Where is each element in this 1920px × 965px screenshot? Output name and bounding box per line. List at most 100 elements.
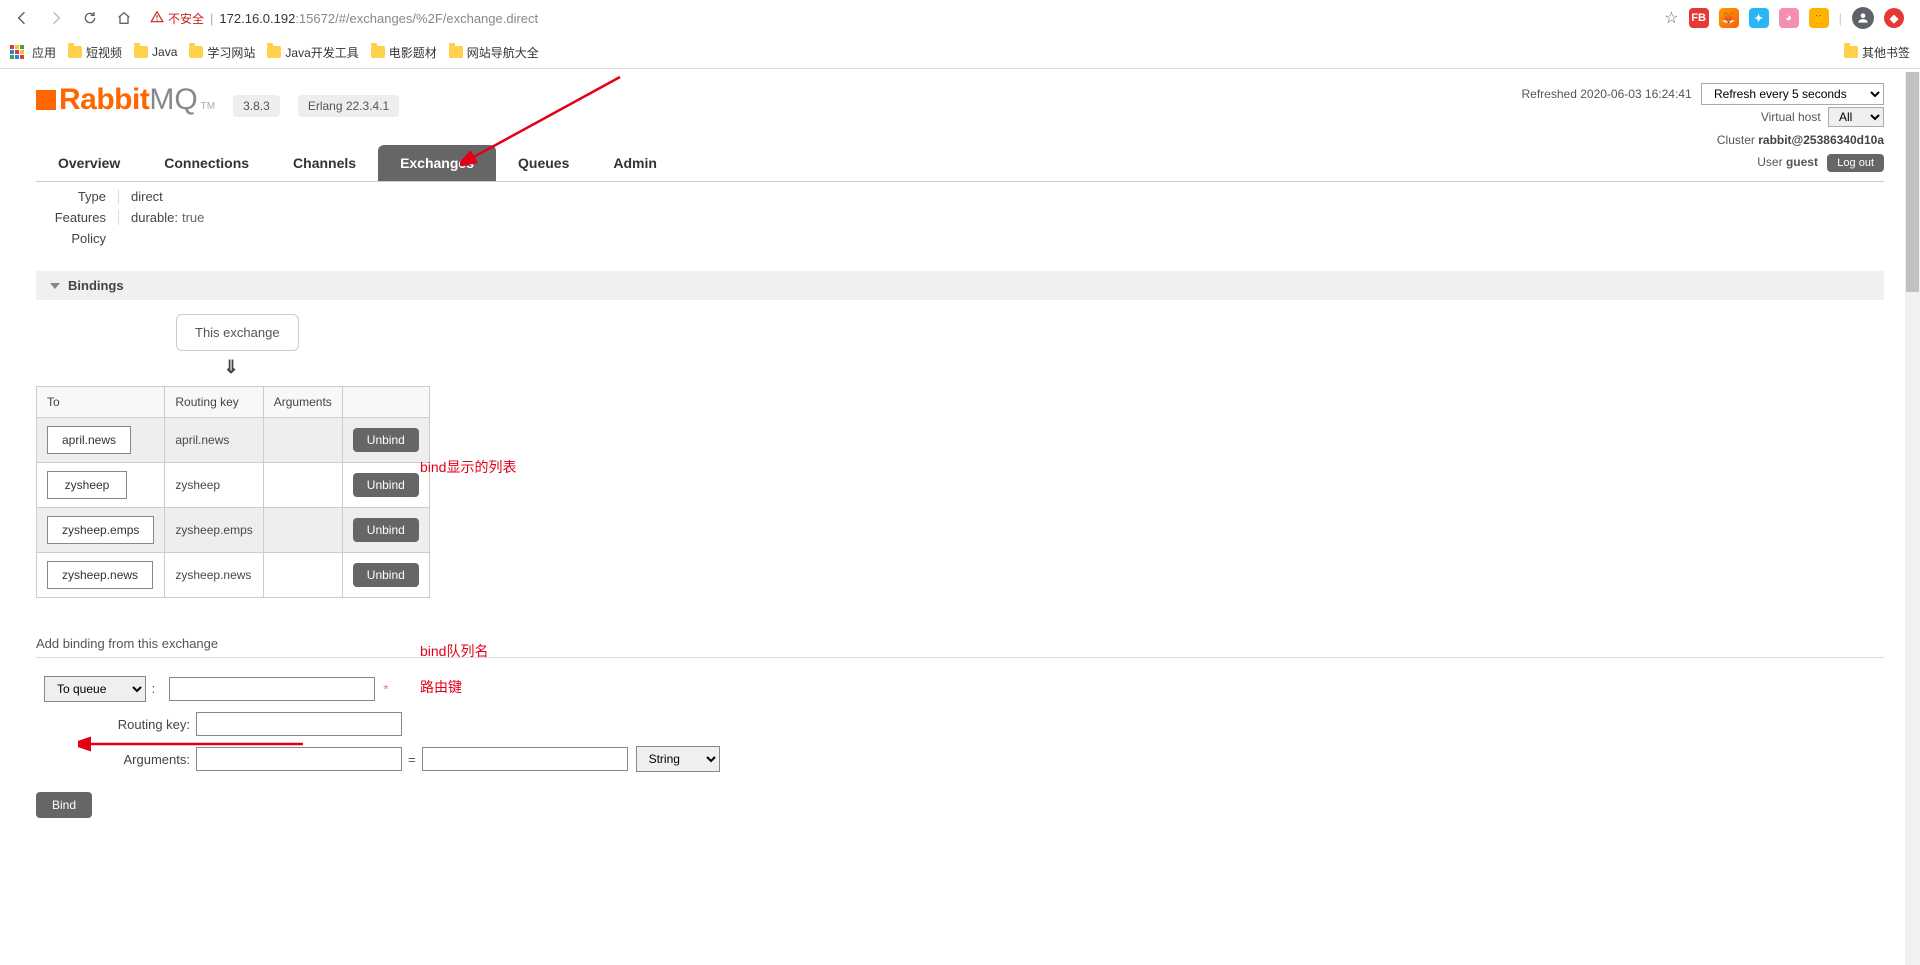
argument-key-input[interactable] <box>196 747 402 771</box>
extension-icon[interactable]: 🦊 <box>1719 8 1739 28</box>
warning-icon <box>150 10 164 27</box>
logo-text-mq: MQ <box>149 83 197 117</box>
bookmarks-bar: 应用 短视频 Java 学习网站 Java开发工具 电影题材 网站导航大全 其他… <box>0 36 1920 68</box>
unbind-button[interactable]: Unbind <box>353 473 419 497</box>
apps-shortcut[interactable]: 应用 <box>10 44 56 61</box>
scrollbar-thumb[interactable] <box>1906 72 1919 292</box>
to-type-select[interactable]: To queue <box>44 676 146 702</box>
star-icon[interactable]: ☆ <box>1664 8 1678 28</box>
form-row-to: To queue : * <box>36 676 1884 702</box>
bookmark-item[interactable]: Java开发工具 <box>267 44 358 61</box>
folder-icon <box>1844 46 1858 58</box>
unbind-button[interactable]: Unbind <box>353 563 419 587</box>
add-binding-title: Add binding from this exchange <box>36 636 1884 651</box>
reload-button[interactable] <box>76 4 104 32</box>
queue-link[interactable]: april.news <box>47 426 131 454</box>
profile-avatar[interactable] <box>1852 7 1874 29</box>
unbind-button[interactable]: Unbind <box>353 428 419 452</box>
routing-key-cell: zysheep.news <box>165 553 263 598</box>
url-separator: | <box>210 11 213 26</box>
feature-key: durable: <box>131 210 178 225</box>
url-host: 172.16.0.192 <box>219 11 295 26</box>
insecure-label: 不安全 <box>168 10 204 27</box>
header-info: Refreshed 2020-06-03 16:24:41 Refresh ev… <box>1522 83 1885 174</box>
argument-type-select[interactable]: String <box>636 746 720 772</box>
folder-icon <box>134 46 148 58</box>
form-row-routing-key: Routing key: <box>36 712 1884 736</box>
folder-icon <box>371 46 385 58</box>
arguments-cell <box>263 553 342 598</box>
type-value: direct <box>118 189 163 204</box>
logout-button[interactable]: Log out <box>1827 154 1884 172</box>
type-label: Type <box>36 189 106 204</box>
extension-icon[interactable]: FB <box>1689 8 1709 28</box>
url-port: :15672 <box>295 11 335 26</box>
tab-overview[interactable]: Overview <box>36 145 142 181</box>
bookmark-item[interactable]: 短视频 <box>68 44 122 61</box>
apps-icon <box>10 45 24 59</box>
table-header-row: To Routing key Arguments <box>37 387 430 418</box>
toolbar-right: ☆ FB 🦊 ✦ ◕ 🐥 | ◆ <box>1664 7 1912 29</box>
routing-key-input[interactable] <box>196 712 402 736</box>
folder-icon <box>68 46 82 58</box>
refreshed-timestamp: 2020-06-03 16:24:41 <box>1580 87 1691 101</box>
argument-value-input[interactable] <box>422 747 628 771</box>
table-row: zysheep.news zysheep.news Unbind <box>37 553 430 598</box>
queue-link[interactable]: zysheep.news <box>47 561 153 589</box>
url-path: /#/exchanges/%2F/exchange.direct <box>335 11 538 26</box>
routing-key-label: Routing key: <box>36 717 196 732</box>
table-row: zysheep zysheep Unbind <box>37 463 430 508</box>
col-action <box>342 387 429 418</box>
queue-link[interactable]: zysheep <box>47 471 127 499</box>
col-to: To <box>37 387 165 418</box>
bindings-section-header[interactable]: Bindings <box>36 271 1884 300</box>
queue-link[interactable]: zysheep.emps <box>47 516 154 544</box>
forward-button[interactable] <box>42 4 70 32</box>
arguments-cell <box>263 508 342 553</box>
bookmark-item[interactable]: 电影题材 <box>371 44 437 61</box>
bookmark-item[interactable]: 网站导航大全 <box>449 44 539 61</box>
tab-queues[interactable]: Queues <box>496 145 591 181</box>
this-exchange-box: This exchange <box>176 314 299 351</box>
refresh-interval-select[interactable]: Refresh every 5 seconds <box>1701 83 1884 105</box>
vhost-select[interactable]: All <box>1828 107 1884 127</box>
col-routing-key: Routing key <box>165 387 263 418</box>
col-arguments: Arguments <box>263 387 342 418</box>
cluster-name: rabbit@25386340d10a <box>1758 133 1884 147</box>
scrollbar[interactable] <box>1905 72 1920 965</box>
home-button[interactable] <box>110 4 138 32</box>
logo-tm: TM <box>201 101 215 112</box>
bind-button[interactable]: Bind <box>36 792 92 818</box>
bookmark-item[interactable]: 学习网站 <box>189 44 255 61</box>
tab-exchanges[interactable]: Exchanges <box>378 145 496 181</box>
annotation-bind-list: bind显示的列表 <box>420 457 516 477</box>
form-row-arguments: Arguments: = String <box>36 746 1884 772</box>
user-label: User <box>1757 155 1782 169</box>
refreshed-label: Refreshed <box>1522 87 1577 101</box>
bindings-title: Bindings <box>68 278 124 293</box>
bookmark-item[interactable]: Java <box>134 45 177 59</box>
tab-channels[interactable]: Channels <box>271 145 378 181</box>
divider <box>36 657 1884 658</box>
vhost-label: Virtual host <box>1761 110 1821 124</box>
address-bar[interactable]: 不安全 | 172.16.0.192:15672/#/exchanges/%2F… <box>144 10 1658 27</box>
rabbitmq-logo[interactable]: RabbitMQ TM <box>36 83 215 117</box>
required-indicator: * <box>383 681 388 697</box>
to-queue-input[interactable] <box>169 677 375 701</box>
extension-icon[interactable]: ✦ <box>1749 8 1769 28</box>
exchange-details: Type direct Features durable:true Policy <box>36 186 1884 249</box>
extension-icon[interactable]: ◆ <box>1884 8 1904 28</box>
other-bookmarks[interactable]: 其他书签 <box>1844 44 1910 61</box>
version-badge: 3.8.3 <box>233 95 280 117</box>
feature-value: true <box>182 210 204 225</box>
tab-admin[interactable]: Admin <box>591 145 679 181</box>
folder-icon <box>189 46 203 58</box>
unbind-button[interactable]: Unbind <box>353 518 419 542</box>
page-content: Refreshed 2020-06-03 16:24:41 Refresh ev… <box>0 69 1920 858</box>
tab-connections[interactable]: Connections <box>142 145 271 181</box>
erlang-badge: Erlang 22.3.4.1 <box>298 95 399 117</box>
down-arrow-icon: ⇓ <box>91 357 371 378</box>
extension-icon[interactable]: ◕ <box>1779 8 1799 28</box>
extension-icon[interactable]: 🐥 <box>1809 8 1829 28</box>
back-button[interactable] <box>8 4 36 32</box>
